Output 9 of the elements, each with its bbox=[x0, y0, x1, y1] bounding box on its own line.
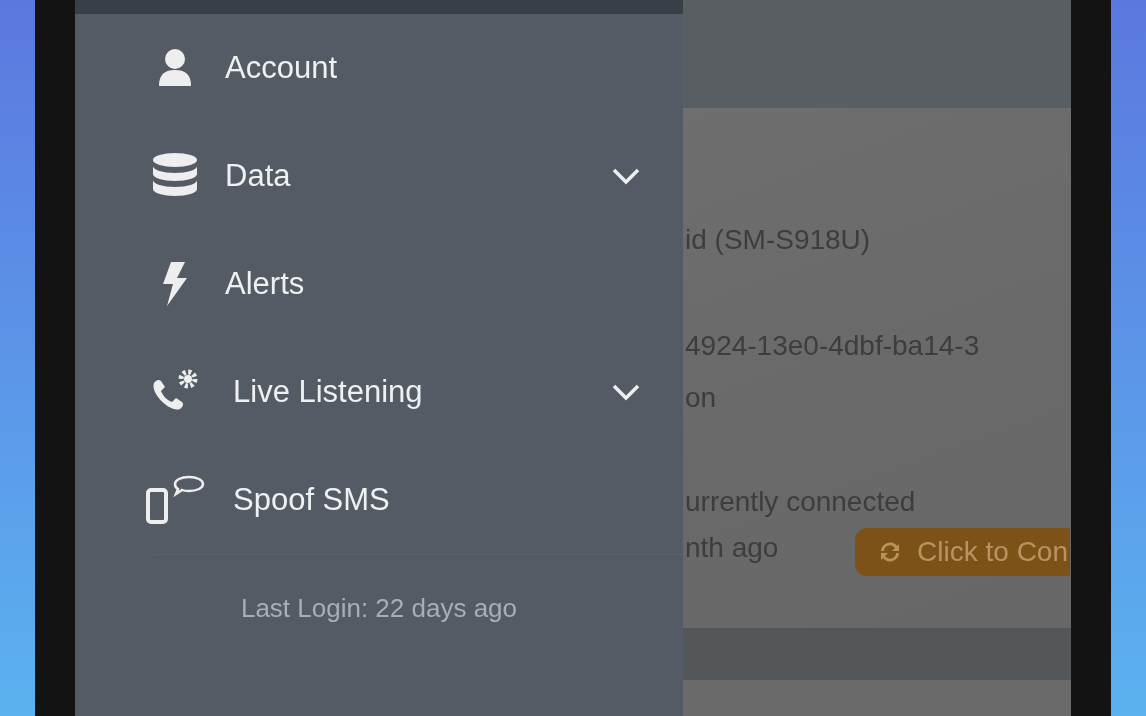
drawer-item[interactable]: Alerts bbox=[75, 230, 683, 338]
last-login-text: Last Login: 22 days ago bbox=[240, 593, 518, 624]
person-icon bbox=[157, 48, 193, 88]
phone-message-icon bbox=[145, 475, 205, 525]
drawer-item[interactable]: Live Listening bbox=[75, 338, 683, 446]
lightning-icon bbox=[161, 262, 189, 306]
drawer-item[interactable]: Account bbox=[75, 14, 683, 122]
drawer-item[interactable]: Data bbox=[75, 122, 683, 230]
drawer-item[interactable]: Spoof SMS bbox=[75, 446, 683, 554]
